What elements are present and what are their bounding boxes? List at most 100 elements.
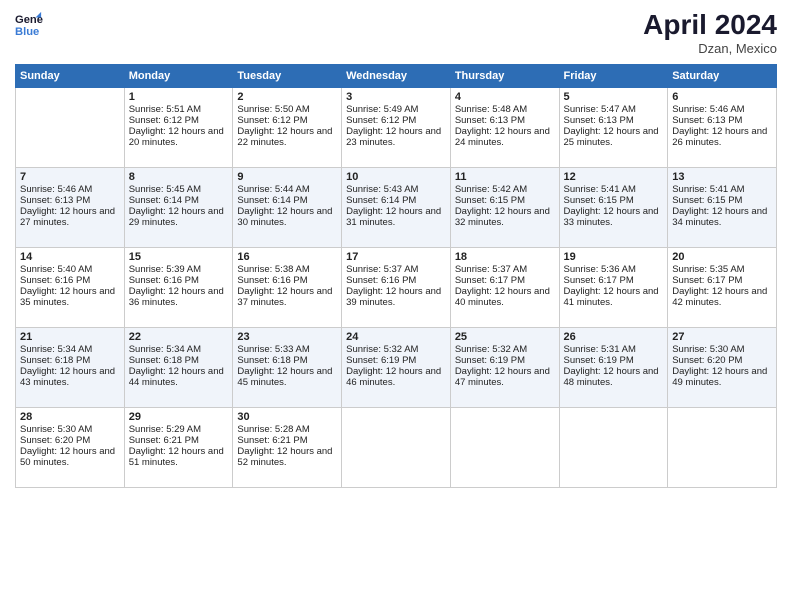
- sunrise-text: Sunrise: 5:39 AM: [129, 264, 229, 275]
- calendar-cell: 1Sunrise: 5:51 AMSunset: 6:12 PMDaylight…: [124, 87, 233, 167]
- daylight-text: Daylight: 12 hours and 30 minutes.: [237, 206, 337, 228]
- sunrise-text: Sunrise: 5:35 AM: [672, 264, 772, 275]
- title-block: April 2024 Dzan, Mexico: [643, 10, 777, 56]
- calendar-cell: 18Sunrise: 5:37 AMSunset: 6:17 PMDayligh…: [450, 247, 559, 327]
- calendar-week-row: 1Sunrise: 5:51 AMSunset: 6:12 PMDaylight…: [16, 87, 777, 167]
- day-number: 7: [20, 171, 120, 183]
- sunrise-text: Sunrise: 5:46 AM: [672, 104, 772, 115]
- sunset-text: Sunset: 6:17 PM: [672, 275, 772, 286]
- calendar-cell: 17Sunrise: 5:37 AMSunset: 6:16 PMDayligh…: [342, 247, 451, 327]
- daylight-text: Daylight: 12 hours and 37 minutes.: [237, 286, 337, 308]
- sunrise-text: Sunrise: 5:30 AM: [672, 344, 772, 355]
- calendar-cell: 15Sunrise: 5:39 AMSunset: 6:16 PMDayligh…: [124, 247, 233, 327]
- sunrise-text: Sunrise: 5:48 AM: [455, 104, 555, 115]
- day-number: 27: [672, 331, 772, 343]
- day-number: 5: [564, 91, 664, 103]
- calendar-cell: 8Sunrise: 5:45 AMSunset: 6:14 PMDaylight…: [124, 167, 233, 247]
- calendar-cell: 7Sunrise: 5:46 AMSunset: 6:13 PMDaylight…: [16, 167, 125, 247]
- daylight-text: Daylight: 12 hours and 40 minutes.: [455, 286, 555, 308]
- daylight-text: Daylight: 12 hours and 47 minutes.: [455, 366, 555, 388]
- daylight-text: Daylight: 12 hours and 27 minutes.: [20, 206, 120, 228]
- day-number: 26: [564, 331, 664, 343]
- calendar-cell: 25Sunrise: 5:32 AMSunset: 6:19 PMDayligh…: [450, 327, 559, 407]
- day-number: 29: [129, 411, 229, 423]
- col-sunday: Sunday: [16, 64, 125, 87]
- calendar-cell: 9Sunrise: 5:44 AMSunset: 6:14 PMDaylight…: [233, 167, 342, 247]
- calendar-cell: 12Sunrise: 5:41 AMSunset: 6:15 PMDayligh…: [559, 167, 668, 247]
- col-thursday: Thursday: [450, 64, 559, 87]
- calendar-cell: [16, 87, 125, 167]
- sunrise-text: Sunrise: 5:32 AM: [455, 344, 555, 355]
- daylight-text: Daylight: 12 hours and 34 minutes.: [672, 206, 772, 228]
- logo-icon: General Blue: [15, 10, 43, 38]
- calendar-cell: 2Sunrise: 5:50 AMSunset: 6:12 PMDaylight…: [233, 87, 342, 167]
- day-number: 3: [346, 91, 446, 103]
- calendar-cell: [342, 407, 451, 487]
- calendar-cell: 14Sunrise: 5:40 AMSunset: 6:16 PMDayligh…: [16, 247, 125, 327]
- sunset-text: Sunset: 6:13 PM: [564, 115, 664, 126]
- calendar-cell: [450, 407, 559, 487]
- sunset-text: Sunset: 6:16 PM: [129, 275, 229, 286]
- calendar-week-row: 7Sunrise: 5:46 AMSunset: 6:13 PMDaylight…: [16, 167, 777, 247]
- daylight-text: Daylight: 12 hours and 29 minutes.: [129, 206, 229, 228]
- col-friday: Friday: [559, 64, 668, 87]
- sunset-text: Sunset: 6:16 PM: [20, 275, 120, 286]
- sunrise-text: Sunrise: 5:33 AM: [237, 344, 337, 355]
- header-row: Sunday Monday Tuesday Wednesday Thursday…: [16, 64, 777, 87]
- sunrise-text: Sunrise: 5:41 AM: [672, 184, 772, 195]
- sunset-text: Sunset: 6:20 PM: [672, 355, 772, 366]
- sunrise-text: Sunrise: 5:47 AM: [564, 104, 664, 115]
- sunrise-text: Sunrise: 5:49 AM: [346, 104, 446, 115]
- calendar-cell: 16Sunrise: 5:38 AMSunset: 6:16 PMDayligh…: [233, 247, 342, 327]
- sunset-text: Sunset: 6:12 PM: [129, 115, 229, 126]
- page: General Blue April 2024 Dzan, Mexico Sun…: [0, 0, 792, 612]
- calendar-cell: 30Sunrise: 5:28 AMSunset: 6:21 PMDayligh…: [233, 407, 342, 487]
- sunrise-text: Sunrise: 5:40 AM: [20, 264, 120, 275]
- sunset-text: Sunset: 6:18 PM: [129, 355, 229, 366]
- daylight-text: Daylight: 12 hours and 44 minutes.: [129, 366, 229, 388]
- daylight-text: Daylight: 12 hours and 20 minutes.: [129, 126, 229, 148]
- header: General Blue April 2024 Dzan, Mexico: [15, 10, 777, 56]
- daylight-text: Daylight: 12 hours and 52 minutes.: [237, 446, 337, 468]
- day-number: 30: [237, 411, 337, 423]
- daylight-text: Daylight: 12 hours and 35 minutes.: [20, 286, 120, 308]
- day-number: 1: [129, 91, 229, 103]
- calendar-cell: 6Sunrise: 5:46 AMSunset: 6:13 PMDaylight…: [668, 87, 777, 167]
- month-title: April 2024: [643, 10, 777, 41]
- calendar-cell: 5Sunrise: 5:47 AMSunset: 6:13 PMDaylight…: [559, 87, 668, 167]
- calendar-cell: [559, 407, 668, 487]
- daylight-text: Daylight: 12 hours and 23 minutes.: [346, 126, 446, 148]
- sunset-text: Sunset: 6:17 PM: [455, 275, 555, 286]
- day-number: 12: [564, 171, 664, 183]
- sunset-text: Sunset: 6:15 PM: [455, 195, 555, 206]
- daylight-text: Daylight: 12 hours and 51 minutes.: [129, 446, 229, 468]
- calendar-cell: 11Sunrise: 5:42 AMSunset: 6:15 PMDayligh…: [450, 167, 559, 247]
- day-number: 13: [672, 171, 772, 183]
- day-number: 24: [346, 331, 446, 343]
- sunset-text: Sunset: 6:14 PM: [346, 195, 446, 206]
- sunrise-text: Sunrise: 5:51 AM: [129, 104, 229, 115]
- sunset-text: Sunset: 6:21 PM: [237, 435, 337, 446]
- sunrise-text: Sunrise: 5:37 AM: [346, 264, 446, 275]
- sunset-text: Sunset: 6:13 PM: [20, 195, 120, 206]
- day-number: 16: [237, 251, 337, 263]
- calendar-cell: 29Sunrise: 5:29 AMSunset: 6:21 PMDayligh…: [124, 407, 233, 487]
- sunrise-text: Sunrise: 5:31 AM: [564, 344, 664, 355]
- sunset-text: Sunset: 6:16 PM: [346, 275, 446, 286]
- sunset-text: Sunset: 6:19 PM: [564, 355, 664, 366]
- daylight-text: Daylight: 12 hours and 43 minutes.: [20, 366, 120, 388]
- logo: General Blue: [15, 10, 43, 38]
- sunrise-text: Sunrise: 5:37 AM: [455, 264, 555, 275]
- day-number: 20: [672, 251, 772, 263]
- day-number: 15: [129, 251, 229, 263]
- sunset-text: Sunset: 6:20 PM: [20, 435, 120, 446]
- daylight-text: Daylight: 12 hours and 49 minutes.: [672, 366, 772, 388]
- sunrise-text: Sunrise: 5:42 AM: [455, 184, 555, 195]
- daylight-text: Daylight: 12 hours and 26 minutes.: [672, 126, 772, 148]
- day-number: 10: [346, 171, 446, 183]
- sunset-text: Sunset: 6:15 PM: [564, 195, 664, 206]
- sunrise-text: Sunrise: 5:36 AM: [564, 264, 664, 275]
- calendar-cell: 21Sunrise: 5:34 AMSunset: 6:18 PMDayligh…: [16, 327, 125, 407]
- sunset-text: Sunset: 6:18 PM: [20, 355, 120, 366]
- calendar-cell: 28Sunrise: 5:30 AMSunset: 6:20 PMDayligh…: [16, 407, 125, 487]
